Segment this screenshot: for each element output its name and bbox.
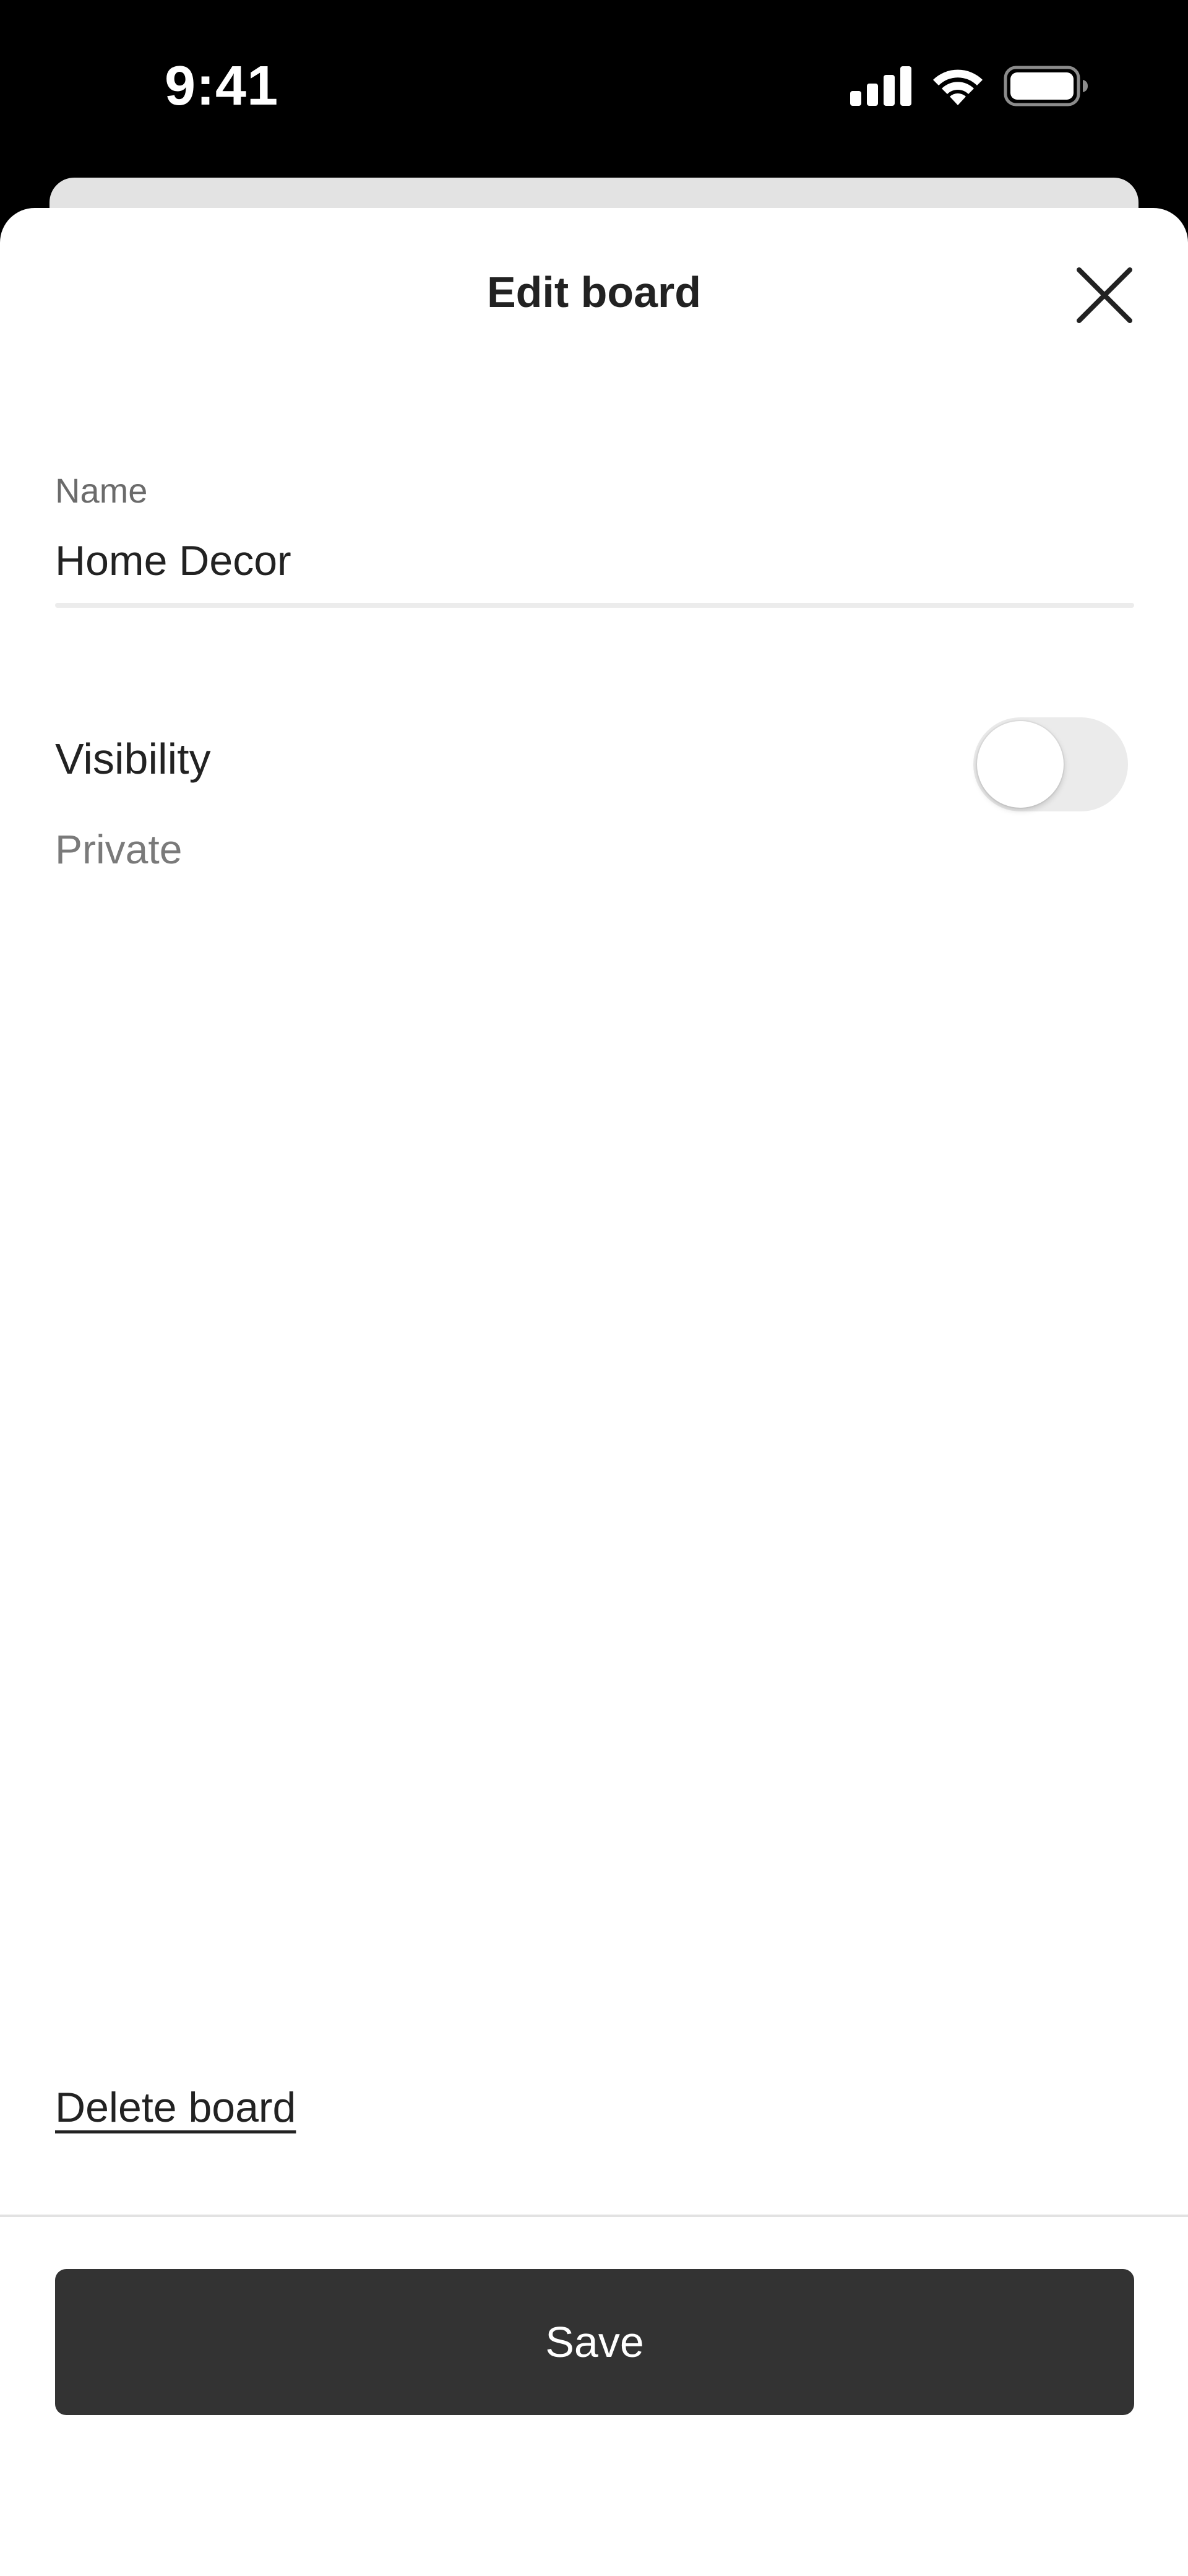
visibility-label: Visibility (55, 735, 211, 783)
status-bar: 9:41 (0, 0, 1188, 176)
delete-board-link[interactable]: Delete board (55, 2083, 296, 2132)
close-button[interactable] (1070, 262, 1138, 331)
toggle-knob (977, 721, 1064, 808)
sheet-title: Edit board (486, 268, 702, 316)
cellular-signal-icon (850, 66, 912, 109)
battery-icon (1004, 66, 1089, 110)
save-button[interactable]: Save (55, 2269, 1134, 2415)
status-time: 9:41 (165, 55, 279, 117)
name-input-underline (55, 603, 1134, 608)
footer-divider (0, 2215, 1188, 2217)
wifi-icon (929, 66, 986, 110)
status-icons (850, 66, 1089, 109)
name-field-label: Name (55, 471, 148, 510)
visibility-toggle[interactable] (973, 717, 1128, 811)
name-input[interactable] (55, 530, 1134, 592)
sheet-header: Edit board (0, 208, 1188, 387)
close-icon (1077, 267, 1132, 326)
visibility-status: Private (55, 826, 183, 872)
edit-board-sheet: Edit board Name Visibility Private Delet… (0, 208, 1188, 2576)
